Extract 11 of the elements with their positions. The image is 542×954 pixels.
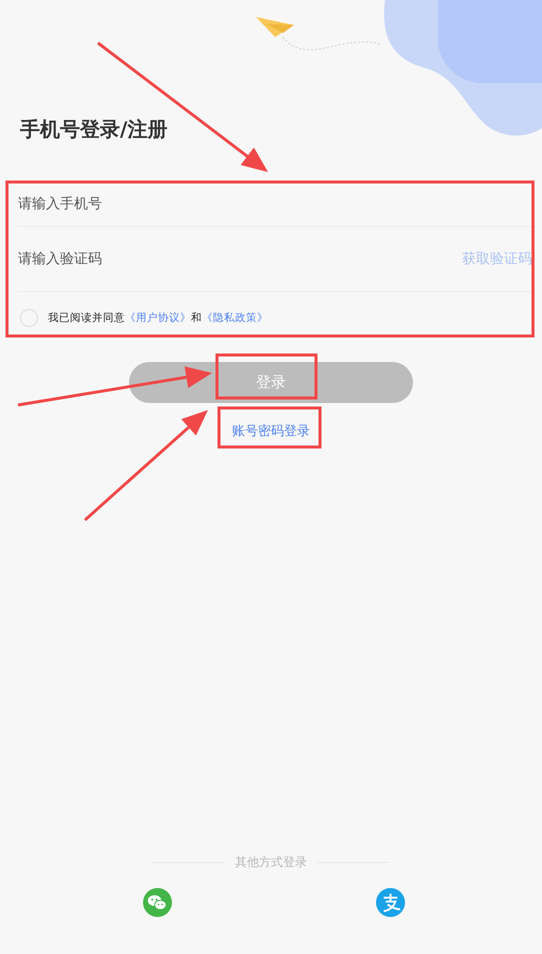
agreement-link[interactable]: 《隐私政策》	[202, 312, 268, 324]
phone-field[interactable]: 请输入手机号	[18, 189, 532, 219]
code-field[interactable]: 请输入验证码	[18, 244, 462, 274]
chat-bubbles-icon[interactable]	[143, 888, 172, 917]
other-login-label: 其他方式登录	[235, 854, 307, 871]
alipay-icon[interactable]	[376, 888, 405, 917]
agreement-text: 我已阅读并同意《用户协议》和《隐私政策》	[48, 311, 268, 325]
agreement-checkbox[interactable]	[20, 309, 38, 327]
page-title: 手机号登录/注册	[20, 116, 168, 143]
agreement-link[interactable]: 《用户协议》	[125, 312, 191, 324]
password-login-link[interactable]: 账号密码登录	[232, 422, 310, 440]
